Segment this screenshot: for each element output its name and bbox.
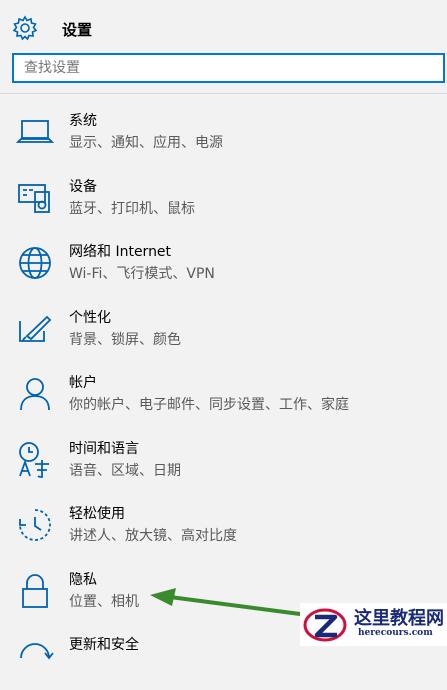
settings-item-devices[interactable]: 设备 蓝牙、打印机、鼠标	[0, 166, 447, 232]
paint-brush-icon	[15, 309, 55, 349]
settings-item-accounts[interactable]: 帐户 你的帐户、电子邮件、同步设置、工作、家庭	[0, 362, 447, 428]
item-name: 网络和 Internet	[69, 244, 172, 260]
item-desc: 讲述人、放大镜、高对比度	[69, 528, 237, 544]
settings-item-system[interactable]: 系统 显示、通知、应用、电源	[0, 100, 447, 166]
settings-item-ease-of-access[interactable]: 轻松使用 讲述人、放大镜、高对比度	[0, 493, 447, 559]
item-name: 个性化	[69, 309, 111, 326]
lock-icon	[15, 571, 55, 611]
devices-icon	[15, 178, 55, 218]
ease-of-access-icon	[15, 505, 55, 545]
item-desc: 背景、锁屏、颜色	[69, 331, 181, 348]
item-desc: Wi-Fi、飞行模式、VPN	[69, 266, 215, 282]
time-language-icon	[15, 440, 55, 480]
settings-item-personalization[interactable]: 个性化 背景、锁屏、颜色	[0, 297, 447, 363]
laptop-icon	[15, 112, 55, 152]
item-name: 帐户	[69, 375, 97, 391]
watermark-title: 这里教程网	[354, 608, 444, 629]
search-input[interactable]	[14, 55, 443, 81]
gear-icon[interactable]	[11, 14, 39, 42]
watermark-url: herecours.com	[358, 628, 433, 638]
globe-icon	[15, 243, 55, 283]
item-desc: 你的帐户、电子邮件、同步设置、工作、家庭	[69, 397, 349, 413]
header: 设置	[0, 0, 447, 50]
item-name: 轻松使用	[69, 506, 125, 522]
person-icon	[15, 374, 55, 414]
settings-item-time-language[interactable]: 时间和语言 语音、区域、日期	[0, 428, 447, 494]
item-name: 更新和安全	[69, 637, 139, 653]
item-desc: 位置、相机	[69, 593, 139, 610]
watermark-logo-icon	[303, 605, 347, 645]
update-icon	[15, 636, 55, 676]
item-desc: 语音、区域、日期	[69, 462, 181, 479]
settings-item-network[interactable]: 网络和 Internet Wi-Fi、飞行模式、VPN	[0, 231, 447, 297]
item-name: 隐私	[69, 571, 97, 588]
item-name: 时间和语言	[69, 440, 139, 457]
settings-list: 系统 显示、通知、应用、电源 设备 蓝牙、打印机、鼠标 网络和 Internet…	[0, 100, 447, 690]
item-name: 系统	[69, 113, 97, 129]
item-name: 设备	[69, 178, 97, 195]
divider	[0, 93, 447, 94]
page-title: 设置	[62, 21, 93, 39]
watermark: 这里教程网 herecours.com	[300, 603, 447, 646]
item-desc: 显示、通知、应用、电源	[69, 135, 223, 151]
item-desc: 蓝牙、打印机、鼠标	[69, 200, 195, 217]
search-box[interactable]	[12, 53, 445, 83]
